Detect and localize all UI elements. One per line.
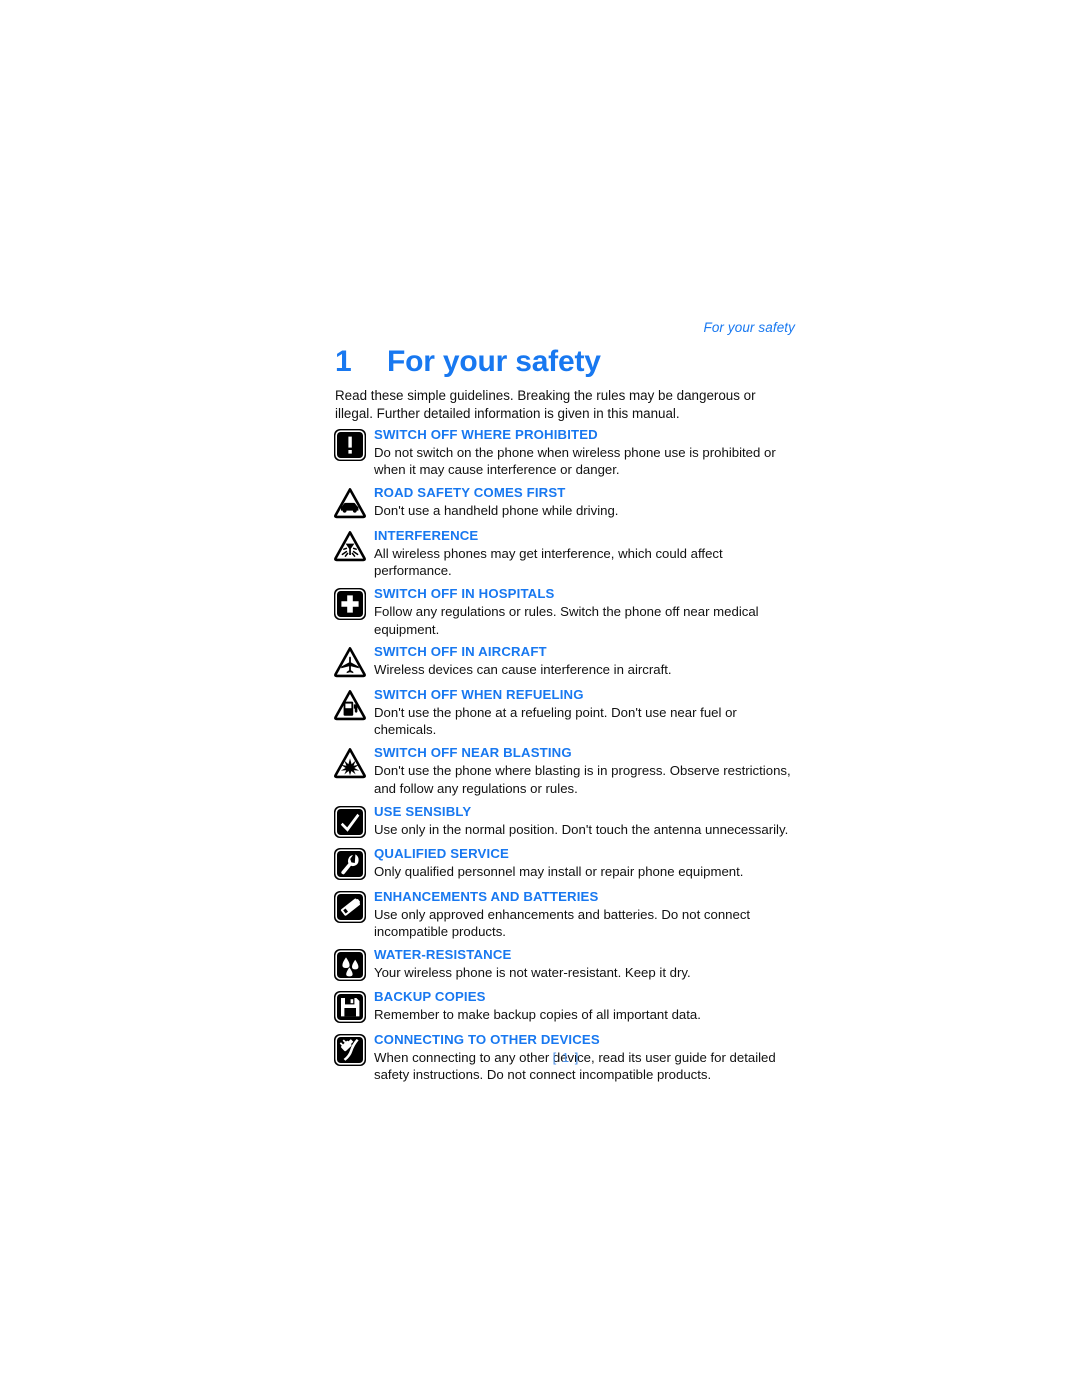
safety-item-text: SWITCH OFF WHEN REFUELING Don't use the p… (374, 687, 799, 739)
safety-item: ROAD SAFETY COMES FIRST Don't use a handh… (333, 485, 799, 521)
safety-item-title: SWITCH OFF WHERE PROHIBITED (374, 427, 598, 442)
chapter-number: 1 (335, 345, 352, 378)
interference-triangle-icon (333, 528, 374, 563)
safety-item: SWITCH OFF WHERE PROHIBITED Do not switch… (333, 427, 799, 479)
safety-item: USE SENSIBLY Use only in the normal posit… (333, 804, 799, 840)
checkmark-square-icon (333, 804, 374, 839)
safety-item-title: CONNECTING TO OTHER DEVICES (374, 1031, 600, 1047)
safety-item: SWITCH OFF WHEN REFUELING Don't use the p… (333, 687, 799, 739)
safety-item-title: SWITCH OFF WHEN REFUELING (374, 686, 584, 702)
safety-item-title: BACKUP COPIES (374, 989, 486, 1005)
page-number: [ 1 ] (552, 1050, 580, 1065)
safety-item-text: BACKUP COPIES Remember to make backup cop… (374, 989, 799, 1023)
fuel-pump-triangle-icon (333, 687, 374, 722)
safety-item-text: ENHANCEMENTS AND BATTERIES Use only appro… (374, 889, 799, 941)
safety-item-description: Your wireless phone is not water-resista… (374, 964, 691, 980)
safety-item-title: ENHANCEMENTS AND BATTERIES (374, 888, 599, 904)
safety-item-description: Don't use the phone where blasting is in… (374, 763, 791, 796)
safety-item-text: QUALIFIED SERVICE Only qualified personne… (374, 846, 799, 880)
safety-item-text: ROAD SAFETY COMES FIRST Don't use a handh… (374, 485, 799, 519)
safety-item: QUALIFIED SERVICE Only qualified personne… (333, 846, 799, 882)
airplane-triangle-icon (333, 644, 374, 679)
safety-item-text: WATER-RESISTANCE Your wireless phone is n… (374, 947, 799, 981)
safety-item-description: Wireless devices can cause interference … (374, 662, 672, 678)
car-triangle-icon (333, 485, 374, 520)
safety-item-text: INTERFERENCE All wireless phones may get … (374, 528, 799, 580)
safety-item-description: Only qualified personnel may install or … (374, 864, 744, 880)
document-page: For your safety 1 For your safety Read t… (0, 0, 1080, 1397)
safety-item: INTERFERENCE All wireless phones may get … (333, 528, 799, 580)
safety-item-description: Follow any regulations or rules. Switch … (374, 604, 759, 637)
safety-item-description: Use only in the normal position. Don't t… (374, 821, 789, 837)
safety-item-description: Use only approved enhancements and batte… (374, 906, 751, 939)
safety-item-description: Don't use the phone at a refueling point… (374, 704, 737, 738)
safety-item: BACKUP COPIES Remember to make backup cop… (333, 989, 799, 1025)
safety-item-title: QUALIFIED SERVICE (374, 846, 509, 862)
running-header: For your safety (703, 320, 795, 335)
safety-item-text: SWITCH OFF IN AIRCRAFT Wireless devices c… (374, 644, 799, 678)
floppy-disk-square-icon (333, 989, 374, 1024)
chapter-name: For your safety (387, 345, 601, 378)
safety-item-text: SWITCH OFF IN HOSPITALS Follow any regula… (374, 586, 799, 638)
blasting-triangle-icon (333, 745, 374, 780)
safety-item-title: USE SENSIBLY (374, 803, 472, 819)
safety-item: SWITCH OFF IN AIRCRAFT Wireless devices c… (333, 644, 799, 680)
safety-item-title: SWITCH OFF IN HOSPITALS (374, 586, 555, 602)
hospital-cross-square-icon (333, 586, 374, 621)
safety-item-description: Remember to make backup copies of all im… (374, 1007, 701, 1023)
battery-square-icon (333, 889, 374, 924)
safety-item: SWITCH OFF NEAR BLASTING Don't use the ph… (333, 745, 799, 797)
intro-paragraph: Read these simple guidelines. Breaking t… (335, 388, 756, 421)
safety-item-title: INTERFERENCE (374, 527, 479, 543)
safety-item: SWITCH OFF IN HOSPITALS Follow any regula… (333, 586, 799, 638)
exclamation-square-icon (333, 427, 374, 462)
safety-item-description: All wireless phones may get interference… (374, 545, 723, 579)
safety-item-description: Don't use a handheld phone while driving… (374, 503, 619, 519)
safety-item-text: SWITCH OFF NEAR BLASTING Don't use the ph… (374, 745, 799, 797)
safety-item-title: ROAD SAFETY COMES FIRST (374, 485, 566, 501)
safety-item-text: SWITCH OFF WHERE PROHIBITED Do not switch… (374, 427, 799, 479)
safety-item-description: Do not switch on the phone when wireless… (374, 445, 776, 478)
safety-item-title: SWITCH OFF NEAR BLASTING (374, 745, 572, 761)
safety-item-title: WATER-RESISTANCE (374, 946, 512, 962)
safety-item: ENHANCEMENTS AND BATTERIES Use only appro… (333, 889, 799, 941)
water-drops-square-icon (333, 947, 374, 982)
safety-item-title: SWITCH OFF IN AIRCRAFT (374, 644, 547, 660)
wrench-square-icon (333, 846, 374, 881)
page-title: 1 For your safety (335, 345, 805, 379)
safety-item: WATER-RESISTANCE Your wireless phone is n… (333, 947, 799, 983)
safety-guidelines-list: SWITCH OFF WHERE PROHIBITED Do not switch… (333, 427, 799, 1090)
safety-item-text: USE SENSIBLY Use only in the normal posit… (374, 804, 799, 838)
